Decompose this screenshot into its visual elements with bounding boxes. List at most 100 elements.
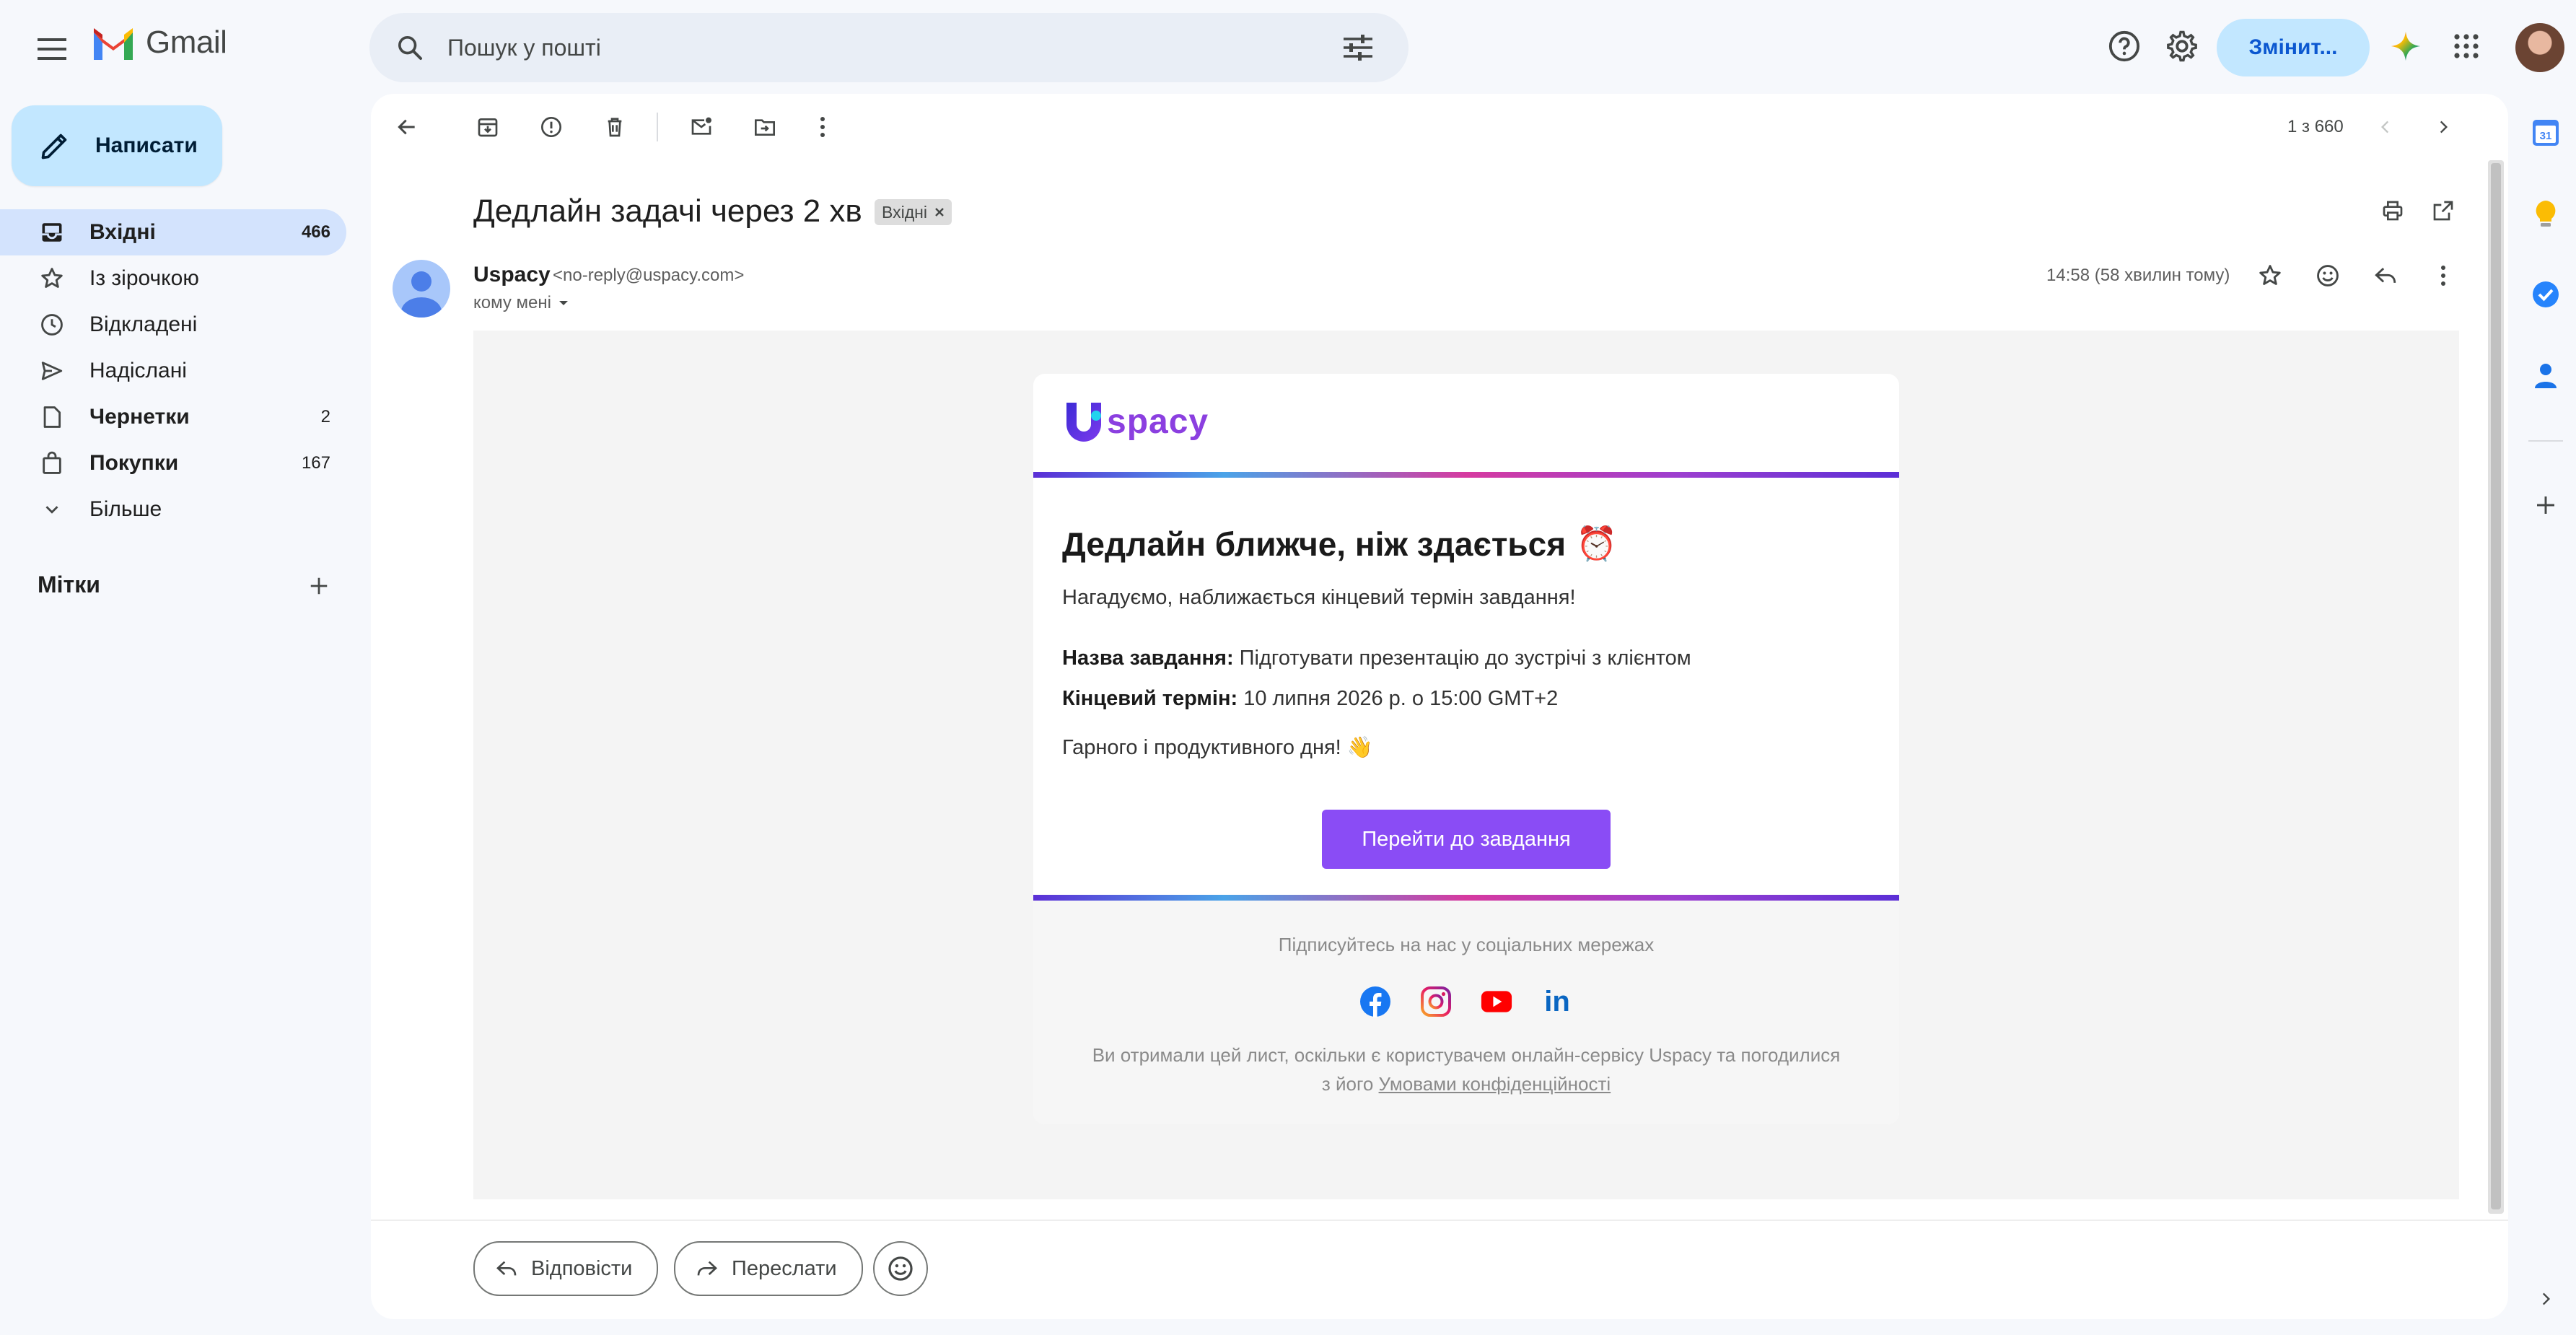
main-menu-button[interactable] (26, 23, 78, 75)
sidebar-item-purchases[interactable]: Покупки 167 (0, 440, 346, 486)
folder-move-icon (755, 119, 775, 136)
get-addons-button[interactable] (2525, 485, 2566, 525)
alarm-clock-icon: ⏰ (1576, 524, 1618, 563)
gmail-logo-text: Gmail (146, 25, 227, 60)
gemini-button[interactable] (2383, 23, 2429, 69)
sidebar-item-more[interactable]: Більше (0, 486, 346, 533)
sidebar-item-label: Відкладені (89, 312, 198, 336)
report-spam-button[interactable] (530, 105, 573, 149)
privacy-terms-link[interactable]: Умовами конфіденційності (1379, 1073, 1611, 1095)
message-subject: Дедлайн задачі через 2 хв (473, 193, 862, 229)
wish-text: Гарного і продуктивного дня! (1062, 736, 1341, 759)
sender-email: <no-reply@uspacy.com> (553, 266, 745, 285)
gmail-logo[interactable]: Gmail (91, 25, 227, 61)
uspacy-logo: U spacy (1062, 400, 1209, 443)
keep-app-button[interactable] (2525, 193, 2566, 234)
search-input[interactable] (446, 33, 1336, 62)
instagram-icon[interactable] (1420, 986, 1452, 1017)
sender-avatar[interactable] (393, 260, 450, 318)
contacts-app-button[interactable] (2525, 355, 2566, 395)
chevron-right-icon (2542, 1292, 2551, 1305)
more-options-button[interactable] (801, 105, 844, 149)
account-avatar[interactable] (2515, 23, 2564, 72)
brand-name: spacy (1107, 402, 1209, 441)
recipient-label: кому мені (473, 293, 551, 312)
follow-us-text: Підписуйтесь на нас у соціальних мережах (1278, 934, 1655, 955)
chevron-right-icon (2440, 121, 2448, 134)
gmail-m-icon (94, 28, 133, 60)
paging-counter: 1 з 660 (2287, 117, 2344, 136)
print-button[interactable] (2371, 189, 2414, 232)
delete-button[interactable] (593, 105, 636, 149)
sidebar-item-label: Із зірочкою (89, 266, 199, 290)
help-button[interactable] (2101, 23, 2147, 69)
calendar-icon: 31 (2533, 120, 2559, 146)
pencil-icon (36, 127, 74, 165)
calendar-app-button[interactable]: 31 (2525, 113, 2566, 153)
gemini-star-icon (2391, 31, 2421, 61)
reply-action-button[interactable]: Відповісти (473, 1241, 659, 1296)
search-icon[interactable] (391, 29, 429, 66)
account-switch-button[interactable]: Змінит... (2217, 19, 2370, 76)
mark-unread-button[interactable] (680, 105, 723, 149)
sender-name[interactable]: Uspacy (473, 263, 551, 287)
show-side-panel-button[interactable] (2525, 1279, 2566, 1319)
go-to-task-button[interactable]: Перейти до завдання (1322, 810, 1611, 869)
recipient-details[interactable]: кому мені (473, 293, 570, 313)
send-icon (36, 355, 68, 387)
tag-label: Вхідні (882, 202, 927, 222)
linkedin-icon[interactable]: in (1541, 986, 1573, 1017)
inbox-tag[interactable]: Вхідні (875, 199, 952, 225)
sidebar-item-label: Надіслані (89, 359, 187, 382)
more-vertical-icon (820, 117, 825, 137)
calendar-day: 31 (2540, 130, 2552, 142)
older-button[interactable] (2422, 105, 2465, 149)
plus-icon (310, 577, 328, 595)
sidebar-item-sent[interactable]: Надіслані (0, 348, 346, 394)
person-icon (401, 271, 442, 318)
search-bar[interactable] (369, 13, 1409, 82)
deadline-label: Кінцевий термін: (1062, 687, 1238, 710)
rail-divider (2528, 440, 2563, 442)
add-reaction-button[interactable] (2306, 254, 2349, 297)
sidebar-item-starred[interactable]: Із зірочкою (0, 255, 346, 302)
compose-button[interactable]: Написати (12, 105, 222, 186)
forward-icon (696, 1257, 719, 1280)
reply-button[interactable] (2364, 254, 2407, 297)
search-options-icon[interactable] (1336, 26, 1380, 69)
sidebar-item-snoozed[interactable]: Відкладені (0, 302, 346, 348)
emoji-icon (888, 1256, 913, 1281)
scrollbar-thumb[interactable] (2491, 163, 2501, 1209)
forward-action-button[interactable]: Переслати (674, 1241, 863, 1296)
email-wish: Гарного і продуктивного дня! 👋 (1062, 735, 1373, 760)
task-name-label: Назва завдання: (1062, 647, 1234, 670)
sidebar-item-label: Покупки (89, 451, 179, 475)
deadline-value: 10 липня 2026 р. о 15:00 GMT+2 (1243, 687, 1559, 710)
message-more-button[interactable] (2422, 254, 2465, 297)
settings-button[interactable] (2159, 23, 2205, 69)
open-new-window-button[interactable] (2422, 189, 2465, 232)
tasks-app-button[interactable] (2525, 274, 2566, 315)
newer-button[interactable] (2364, 105, 2407, 149)
email-card: U spacy Дедлайн ближче, ніж здається ⏰ Н… (1033, 374, 1899, 1124)
add-label-button[interactable] (299, 566, 339, 606)
gear-icon (2167, 30, 2197, 62)
apps-grid-icon (2454, 34, 2479, 58)
facebook-icon[interactable] (1359, 986, 1391, 1017)
sidebar-item-count: 2 (320, 407, 330, 426)
tasks-check-icon (2533, 281, 2559, 307)
youtube-icon[interactable] (1481, 986, 1512, 1017)
sidebar-item-label: Більше (89, 497, 162, 521)
emoji-reaction-button[interactable] (873, 1241, 928, 1296)
close-icon[interactable] (934, 207, 945, 217)
move-to-button[interactable] (743, 105, 787, 149)
chevron-left-icon (2380, 121, 2389, 134)
toolbar-divider (657, 113, 658, 141)
archive-button[interactable] (466, 105, 509, 149)
caret-down-icon (559, 301, 568, 305)
back-button[interactable] (385, 105, 429, 149)
apps-button[interactable] (2443, 23, 2489, 69)
sidebar-item-drafts[interactable]: Чернетки 2 (0, 394, 346, 440)
star-button[interactable] (2248, 254, 2292, 297)
sidebar-item-inbox[interactable]: Вхідні 466 (0, 209, 346, 255)
